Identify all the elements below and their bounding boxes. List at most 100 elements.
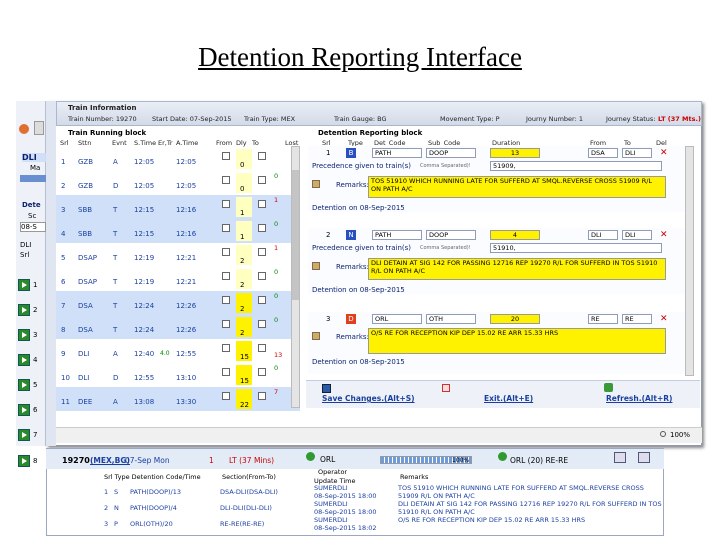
refresh-icon[interactable] bbox=[19, 124, 29, 134]
to-checkbox[interactable] bbox=[258, 224, 266, 232]
duration-input[interactable]: 20 bbox=[490, 314, 540, 324]
to-checkbox[interactable] bbox=[258, 176, 266, 184]
to-checkbox[interactable] bbox=[258, 248, 266, 256]
from-checkbox[interactable] bbox=[222, 224, 230, 232]
save-changes-link[interactable]: Save Changes.(Alt+S) bbox=[322, 394, 415, 403]
side-date-input[interactable]: 08-S bbox=[20, 222, 46, 232]
remarks-textarea[interactable]: TOS 51910 WHICH RUNNING LATE FOR SUFFERD… bbox=[368, 176, 666, 198]
forward-button[interactable] bbox=[638, 452, 650, 463]
from-checkbox[interactable] bbox=[222, 368, 230, 376]
delete-icon[interactable]: ✕ bbox=[660, 230, 668, 240]
from-checkbox[interactable] bbox=[222, 176, 230, 184]
precedence-input[interactable]: 51909, bbox=[490, 161, 662, 171]
sub-code-select[interactable]: OTH bbox=[426, 314, 476, 324]
duration-input[interactable]: 4 bbox=[490, 230, 540, 240]
row-actual-time: 12:26 bbox=[176, 326, 197, 334]
row-actual-time: 12:26 bbox=[176, 302, 197, 310]
row-lost: 0 bbox=[274, 268, 279, 276]
det-code-select[interactable]: PATH bbox=[372, 148, 422, 158]
bottom-row-type: S bbox=[114, 488, 119, 496]
bottom-date: 07-Sep Mon bbox=[125, 456, 170, 465]
to-input[interactable]: DLI bbox=[622, 148, 652, 158]
to-checkbox[interactable] bbox=[258, 392, 266, 400]
bottom-one: 1 bbox=[209, 456, 214, 465]
from-checkbox[interactable] bbox=[222, 248, 230, 256]
zoom-icon[interactable] bbox=[660, 431, 666, 437]
det-code-select[interactable]: ORL bbox=[372, 314, 422, 324]
row-delay: 1 bbox=[240, 209, 245, 217]
save-icon[interactable] bbox=[322, 384, 331, 393]
row-delay: 2 bbox=[240, 305, 245, 313]
from-checkbox[interactable] bbox=[222, 392, 230, 400]
from-checkbox[interactable] bbox=[222, 272, 230, 280]
row-srl: 8 bbox=[61, 326, 66, 334]
entry-srl: 3 bbox=[326, 315, 331, 323]
side-num: 3 bbox=[33, 331, 38, 339]
precedence-label: Precedence given to train(s) bbox=[312, 244, 412, 252]
from-input[interactable]: DSA bbox=[588, 148, 618, 158]
from-input[interactable]: RE bbox=[588, 314, 618, 324]
entry-type[interactable]: N bbox=[346, 230, 356, 240]
row-event: A bbox=[113, 158, 118, 166]
side-play-button-5[interactable] bbox=[18, 379, 30, 391]
row-scheduled-time: 12:05 bbox=[134, 158, 155, 166]
to-checkbox[interactable] bbox=[258, 320, 266, 328]
running-col-header: Srl bbox=[60, 139, 69, 147]
bottom-train-link[interactable]: (MEX,BG) bbox=[90, 456, 130, 465]
row-scheduled-time: 13:08 bbox=[134, 398, 155, 406]
delete-icon[interactable]: ✕ bbox=[660, 314, 668, 324]
sub-code-select[interactable]: DOOP bbox=[426, 148, 476, 158]
running-scroll-thumb[interactable] bbox=[292, 170, 299, 300]
to-input[interactable]: RE bbox=[622, 314, 652, 324]
to-checkbox[interactable] bbox=[258, 200, 266, 208]
side-play-button-6[interactable] bbox=[18, 404, 30, 416]
side-play-button-8[interactable] bbox=[18, 455, 30, 467]
row-actual-time: 12:16 bbox=[176, 206, 197, 214]
to-checkbox[interactable] bbox=[258, 296, 266, 304]
det-code-select[interactable]: PATH bbox=[372, 230, 422, 240]
from-checkbox[interactable] bbox=[222, 200, 230, 208]
row-er: 4.0 bbox=[160, 350, 170, 357]
side-play-button-7[interactable] bbox=[18, 429, 30, 441]
from-checkbox[interactable] bbox=[222, 296, 230, 304]
precedence-input[interactable]: 51910, bbox=[490, 243, 662, 253]
refresh-icon[interactable] bbox=[604, 383, 613, 392]
back-button[interactable] bbox=[614, 452, 626, 463]
remarks-textarea[interactable]: O/S RE FOR RECEPTION KIP DEP 15.02 RE AR… bbox=[368, 328, 666, 354]
side-play-button-1[interactable] bbox=[18, 279, 30, 291]
exit-link[interactable]: Exit.(Alt+E) bbox=[484, 394, 533, 403]
refresh-link[interactable]: Refresh.(Alt+R) bbox=[606, 394, 672, 403]
side-play-button-2[interactable] bbox=[18, 304, 30, 316]
window-button[interactable] bbox=[34, 121, 44, 135]
entry-type[interactable]: D bbox=[346, 314, 356, 324]
bottom-row-remarks: DLI DETAIN AT SIG 142 FOR PASSING 12716 … bbox=[398, 500, 662, 516]
from-checkbox[interactable] bbox=[222, 344, 230, 352]
row-station: DEE bbox=[78, 398, 93, 406]
delete-icon[interactable]: ✕ bbox=[660, 148, 668, 158]
to-checkbox[interactable] bbox=[258, 368, 266, 376]
duration-input[interactable]: 13 bbox=[490, 148, 540, 158]
precedence-label: Precedence given to train(s) bbox=[312, 162, 412, 170]
bottom-row-code: ORL(OTH)/20 bbox=[130, 520, 173, 528]
from-checkbox[interactable] bbox=[222, 320, 230, 328]
side-num: 7 bbox=[33, 431, 38, 439]
row-delay: 22 bbox=[240, 401, 249, 409]
remarks-textarea[interactable]: DLI DETAIN AT SIG 142 FOR PASSING 12716 … bbox=[368, 258, 666, 280]
detention-scrollbar[interactable] bbox=[685, 146, 694, 376]
side-play-button-3[interactable] bbox=[18, 329, 30, 341]
entry-type[interactable]: B bbox=[346, 148, 356, 158]
zoom-level[interactable]: 100% bbox=[670, 431, 690, 439]
row-scheduled-time: 12:24 bbox=[134, 302, 155, 310]
row-lost: 0 bbox=[274, 172, 279, 180]
to-checkbox[interactable] bbox=[258, 152, 266, 160]
exit-icon[interactable] bbox=[442, 384, 450, 392]
to-checkbox[interactable] bbox=[258, 344, 266, 352]
to-checkbox[interactable] bbox=[258, 272, 266, 280]
from-input[interactable]: DLI bbox=[588, 230, 618, 240]
to-input[interactable]: DLI bbox=[622, 230, 652, 240]
side-play-button-4[interactable] bbox=[18, 354, 30, 366]
from-checkbox[interactable] bbox=[222, 152, 230, 160]
sub-code-select[interactable]: DOOP bbox=[426, 230, 476, 240]
bottom-row-code: PATH(DOOP)/4 bbox=[130, 504, 177, 512]
row-station: SBB bbox=[78, 230, 93, 238]
